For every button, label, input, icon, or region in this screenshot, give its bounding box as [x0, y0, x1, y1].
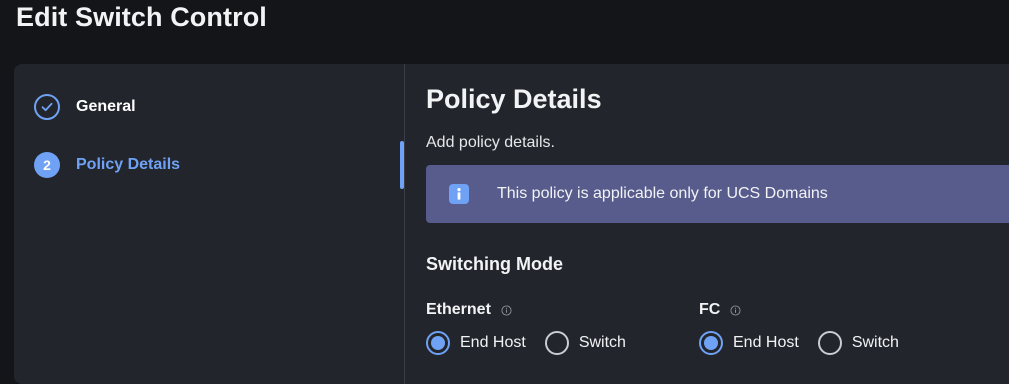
step-general-label: General [76, 98, 136, 115]
step-general[interactable]: General [34, 94, 136, 120]
radio-label: Switch [851, 334, 899, 351]
radio-checked-icon [426, 331, 450, 355]
ethernet-switch-radio[interactable]: Switch [544, 331, 626, 355]
info-banner-text: This policy is applicable only for UCS D… [497, 185, 828, 202]
content-title: Policy Details [426, 84, 602, 114]
step-policy-details[interactable]: 2 Policy Details [34, 152, 180, 178]
switching-mode-title: Switching Mode [426, 254, 563, 274]
fc-switch-radio[interactable]: Switch [817, 331, 899, 355]
radio-label: Switch [578, 334, 626, 351]
check-icon [34, 94, 60, 120]
ethernet-end-host-radio[interactable]: End Host [426, 331, 526, 355]
radio-label: End Host [460, 334, 526, 351]
page-title: Edit Switch Control [16, 2, 267, 32]
radio-label: End Host [733, 334, 799, 351]
content-subtitle: Add policy details. [426, 134, 555, 151]
wizard-steps-sidebar: General 2 Policy Details [14, 64, 405, 384]
active-step-indicator [400, 141, 404, 189]
info-banner: This policy is applicable only for UCS D… [426, 165, 1009, 223]
help-icon[interactable] [501, 304, 512, 316]
ethernet-switching-mode: Ethernet End Host Switch [426, 300, 645, 355]
fc-label: FC [699, 301, 721, 318]
wizard-panel: General 2 Policy Details Policy Details … [14, 64, 1009, 384]
ethernet-label: Ethernet [426, 301, 491, 318]
step-policy-details-label: Policy Details [76, 156, 181, 173]
help-icon[interactable] [730, 304, 741, 316]
radio-unchecked-icon [817, 331, 842, 355]
info-icon [449, 184, 469, 204]
fc-end-host-radio[interactable]: End Host [699, 331, 799, 355]
radio-unchecked-icon [544, 331, 569, 355]
radio-checked-icon [699, 331, 723, 355]
fc-switching-mode: FC End Host Switch [699, 300, 918, 355]
step-number-badge: 2 [34, 152, 60, 178]
